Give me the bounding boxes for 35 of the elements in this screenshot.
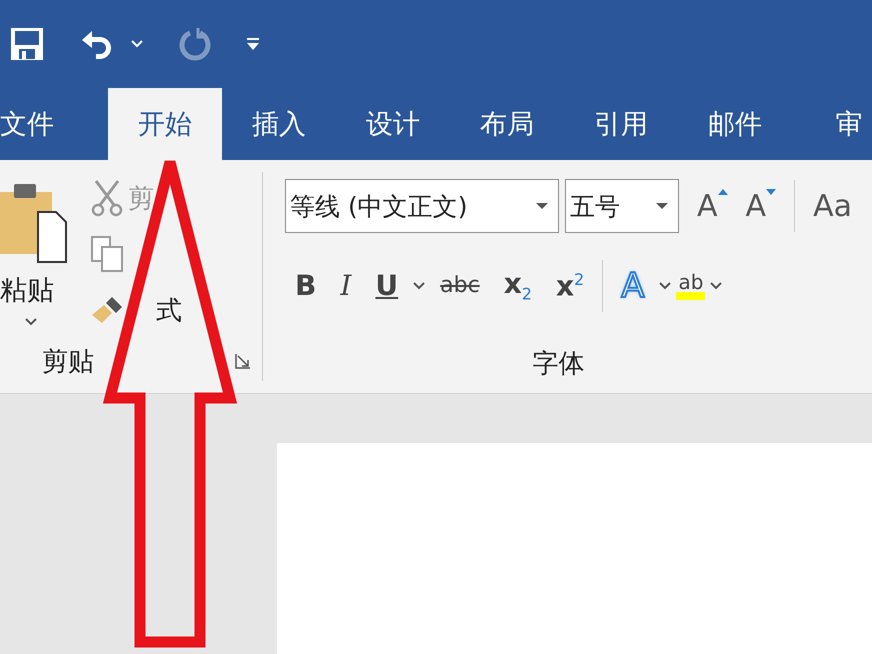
font-size-field[interactable]: 五号: [565, 179, 679, 233]
chevron-down-icon[interactable]: [709, 281, 724, 291]
ribbon-tab[interactable]: 开始: [108, 88, 222, 160]
italic-button[interactable]: I: [330, 272, 362, 300]
chevron-down-icon[interactable]: [412, 281, 426, 291]
highlight-button[interactable]: ab: [676, 272, 706, 300]
ribbon-tab[interactable]: 审: [792, 88, 872, 160]
underline-button[interactable]: U: [365, 272, 408, 300]
grow-font-button[interactable]: A: [693, 188, 732, 224]
strike-button[interactable]: abc: [430, 275, 490, 297]
chevron-down-icon[interactable]: [24, 317, 38, 327]
ribbon-tab[interactable]: 设计: [336, 88, 450, 160]
group-label: 剪贴: [42, 346, 94, 378]
format-painter-label[interactable]: 式: [156, 292, 182, 328]
save-icon[interactable]: [10, 27, 44, 61]
script-button[interactable]: x$_{2}$: [494, 270, 542, 302]
customize-toolbar-icon[interactable]: [246, 37, 260, 51]
bold-button[interactable]: B: [285, 272, 326, 300]
ribbon-tab[interactable]: 文件: [0, 88, 108, 160]
paste-label[interactable]: 粘贴: [0, 272, 54, 308]
change-case-button[interactable]: Aa: [809, 188, 856, 224]
chevron-down-icon[interactable]: [658, 281, 672, 291]
font-name-field[interactable]: 等线 (中文正文): [285, 179, 559, 233]
copy-icon[interactable]: [90, 235, 124, 273]
down-triangle-icon: [766, 188, 776, 194]
shrink-font-button[interactable]: A: [742, 188, 780, 224]
ribbon-tab[interactable]: 引用: [564, 88, 678, 160]
dialog-launcher-icon[interactable]: [234, 352, 252, 370]
ribbon-tab[interactable]: 插入: [222, 88, 336, 160]
scissors-icon[interactable]: [90, 179, 124, 217]
script-button[interactable]: x$^{2}$: [546, 272, 594, 300]
ribbon-tab[interactable]: 邮件: [678, 88, 792, 160]
ribbon-tab[interactable]: 布局: [450, 88, 564, 160]
up-triangle-icon: [718, 188, 728, 194]
group-label: 字体: [532, 348, 584, 381]
